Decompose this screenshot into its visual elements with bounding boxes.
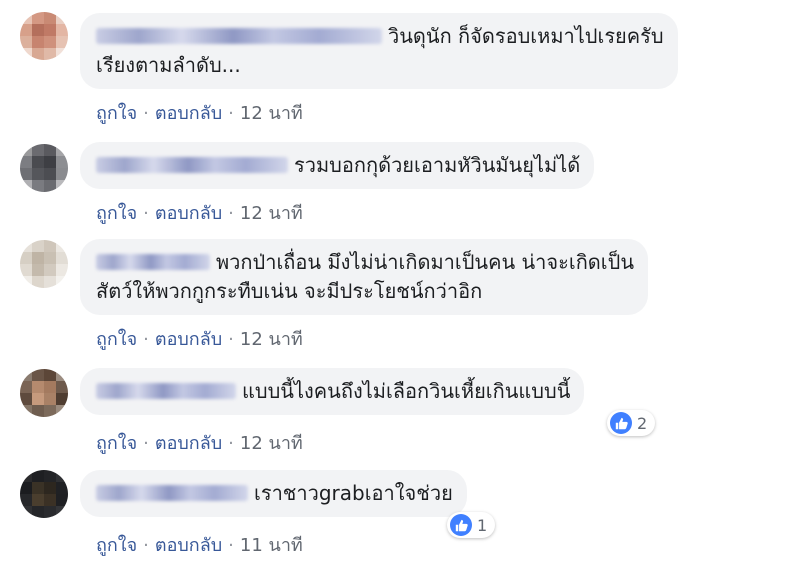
- comment-text-line-2: สัตว์ให้พวกกูกระทืบเน่น จะมีประโยชน์กว่า…: [96, 279, 483, 303]
- like-link[interactable]: ถูกใจ: [96, 535, 137, 556]
- comment-text-line-1: พวกป่าเถื่อน มึงไม่น่าเกิดมาเป็นคน น่าจะ…: [216, 250, 634, 274]
- timestamp[interactable]: 11 นาที: [240, 535, 303, 556]
- reaction-count[interactable]: 2: [607, 410, 656, 436]
- comment-text-line-1: วินดุนัก ก็จัดรอบเหมาไปเรยครับ: [388, 24, 664, 48]
- thumbs-up-icon: [610, 412, 632, 434]
- separator-dot: ·: [143, 329, 149, 350]
- comment-bubble: เราชาวgrabเอาใจช่วย: [80, 470, 467, 517]
- avatar[interactable]: [20, 369, 68, 417]
- comment-text-line-1: แบบนี้ไงคนถึงไม่เลือกวินเหี้ยเกินแบบนี้: [242, 379, 571, 403]
- reply-link[interactable]: ตอบกลับ: [155, 203, 222, 224]
- reply-link[interactable]: ตอบกลับ: [155, 329, 222, 350]
- comment-bubble: วินดุนัก ก็จัดรอบเหมาไปเรยครับ เรียงตามล…: [80, 13, 678, 89]
- separator-dot: ·: [228, 203, 234, 224]
- comment-actions: ถูกใจ · ตอบกลับ · 12 นาที: [96, 324, 303, 353]
- comment-bubble: พวกป่าเถื่อน มึงไม่น่าเกิดมาเป็นคน น่าจะ…: [80, 239, 648, 315]
- separator-dot: ·: [143, 535, 149, 556]
- comment-actions: ถูกใจ · ตอบกลับ · 12 นาที: [96, 98, 303, 127]
- separator-dot: ·: [228, 103, 234, 124]
- reaction-count-value: 1: [477, 515, 488, 535]
- comment-actions: ถูกใจ · ตอบกลับ · 12 นาที: [96, 428, 303, 457]
- blurred-author-name[interactable]: [96, 382, 236, 399]
- separator-dot: ·: [228, 329, 234, 350]
- comment-bubble: แบบนี้ไงคนถึงไม่เลือกวินเหี้ยเกินแบบนี้: [80, 368, 585, 415]
- separator-dot: ·: [143, 103, 149, 124]
- separator-dot: ·: [228, 535, 234, 556]
- comment-actions: ถูกใจ · ตอบกลับ · 11 นาที: [96, 530, 303, 559]
- separator-dot: ·: [228, 433, 234, 454]
- separator-dot: ·: [143, 203, 149, 224]
- timestamp[interactable]: 12 นาที: [240, 433, 303, 454]
- reaction-count[interactable]: 1: [447, 512, 496, 538]
- blurred-author-name[interactable]: [96, 253, 210, 270]
- like-link[interactable]: ถูกใจ: [96, 103, 137, 124]
- comment-text-line-1: รวมบอกกุด้วยเอามหัวินมันยุไม่ได้: [294, 153, 581, 177]
- avatar[interactable]: [20, 144, 68, 192]
- like-link[interactable]: ถูกใจ: [96, 203, 137, 224]
- like-link[interactable]: ถูกใจ: [96, 433, 137, 454]
- timestamp[interactable]: 12 นาที: [240, 203, 303, 224]
- comment-text-line-1: เราชาวgrabเอาใจช่วย: [254, 481, 453, 505]
- separator-dot: ·: [143, 433, 149, 454]
- reply-link[interactable]: ตอบกลับ: [155, 535, 222, 556]
- thumbs-up-icon: [450, 514, 472, 536]
- reply-link[interactable]: ตอบกลับ: [155, 103, 222, 124]
- timestamp[interactable]: 12 นาที: [240, 329, 303, 350]
- timestamp[interactable]: 12 นาที: [240, 103, 303, 124]
- comment-bubble: รวมบอกกุด้วยเอามหัวินมันยุไม่ได้: [80, 142, 595, 189]
- blurred-author-name[interactable]: [96, 484, 248, 501]
- reply-link[interactable]: ตอบกลับ: [155, 433, 222, 454]
- avatar[interactable]: [20, 240, 68, 288]
- blurred-author-name[interactable]: [96, 27, 382, 44]
- like-link[interactable]: ถูกใจ: [96, 329, 137, 350]
- comment-actions: ถูกใจ · ตอบกลับ · 12 นาที: [96, 198, 303, 227]
- blurred-author-name[interactable]: [96, 156, 288, 173]
- reaction-count-value: 2: [637, 413, 648, 433]
- comment-text-line-2: เรียงตามลำดับ...: [96, 53, 241, 77]
- avatar[interactable]: [20, 470, 68, 518]
- avatar[interactable]: [20, 12, 68, 60]
